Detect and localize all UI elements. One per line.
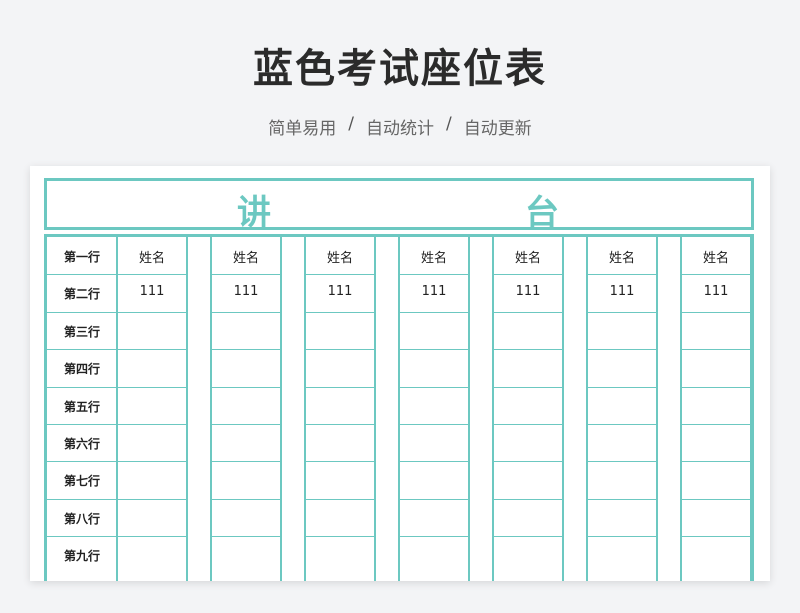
podium-char-right: 台 <box>525 193 559 233</box>
grid-hline <box>587 274 657 276</box>
seat-cell[interactable]: 111 <box>211 284 281 299</box>
grid-hline <box>587 461 657 463</box>
grid-hline <box>493 424 563 425</box>
grid-hline <box>47 349 117 351</box>
grid-hline <box>47 386 117 388</box>
grid-hline <box>681 424 751 425</box>
grid-hline <box>47 274 117 276</box>
seat-cell[interactable]: 111 <box>587 284 657 299</box>
grid-hline <box>681 311 751 313</box>
podium-char-left: 讲 <box>237 193 271 233</box>
grid-hline <box>211 424 281 425</box>
grid-hline <box>399 311 469 313</box>
row-label: 第七行 <box>63 474 100 489</box>
grid-hline <box>211 274 281 276</box>
grid-hline <box>211 498 281 500</box>
grid-hline <box>587 424 657 425</box>
seat-name-header: 姓名 <box>326 251 353 266</box>
grid-hline <box>117 498 187 500</box>
grid-hline <box>493 386 563 388</box>
seat-cell[interactable]: 111 <box>305 284 375 299</box>
subtitle-separator: / <box>348 114 354 134</box>
seat-name-header: 姓名 <box>702 251 729 266</box>
grid-hline <box>493 274 563 276</box>
grid-hline <box>47 498 117 500</box>
grid-hline <box>117 536 187 538</box>
grid-hline <box>587 349 657 351</box>
grid-hline <box>681 498 751 500</box>
grid-hline <box>305 498 375 500</box>
row-label: 第五行 <box>63 399 100 414</box>
grid-hline <box>399 536 469 538</box>
subtitle-item: 自动统计 <box>366 119 434 139</box>
grid-hline <box>117 461 187 463</box>
seat-cell[interactable]: 111 <box>117 284 187 299</box>
subtitle-separator: / <box>446 114 452 134</box>
grid-hline <box>399 386 469 388</box>
grid-hline <box>305 311 375 313</box>
seat-cell[interactable]: 111 <box>681 284 751 299</box>
row-label: 第九行 <box>63 549 100 564</box>
page-title: 蓝色考试座位表 <box>253 46 547 92</box>
grid-hline <box>211 536 281 538</box>
grid-hline <box>305 349 375 351</box>
subtitle-item: 自动更新 <box>463 119 532 139</box>
grid-hline <box>305 424 375 425</box>
grid-hline <box>305 461 375 463</box>
grid-hline <box>211 461 281 463</box>
grid-hline <box>681 349 751 351</box>
seat-name-header: 姓名 <box>420 251 447 266</box>
row-label: 第二行 <box>63 287 100 302</box>
grid-hline <box>681 461 751 463</box>
grid-hline <box>587 498 657 500</box>
grid-hline <box>47 536 117 538</box>
grid-hline <box>117 311 187 313</box>
seat-name-header: 姓名 <box>232 251 259 266</box>
grid-hline <box>211 311 281 313</box>
grid-hline <box>681 386 751 388</box>
row-label: 第四行 <box>63 362 100 377</box>
grid-hline <box>305 536 375 538</box>
grid-hline <box>399 349 469 351</box>
grid-hline <box>47 461 117 463</box>
grid-hline <box>399 274 469 276</box>
grid-hline <box>399 498 469 500</box>
seat-cell[interactable]: 111 <box>493 284 563 299</box>
seat-name-header: 姓名 <box>608 251 635 266</box>
grid-hline <box>493 461 563 463</box>
seat-name-header: 姓名 <box>514 251 541 266</box>
grid-hline <box>399 461 469 463</box>
grid-hline <box>399 424 469 425</box>
grid-hline <box>305 274 375 276</box>
grid-hline <box>587 386 657 388</box>
seat-name-header: 姓名 <box>138 251 165 266</box>
podium-banner: 讲 台 <box>44 178 754 233</box>
grid-hline <box>305 386 375 388</box>
grid-hline <box>211 386 281 388</box>
subtitle-item: 简单易用 <box>268 119 337 139</box>
grid-hline <box>117 424 187 425</box>
row-label: 第六行 <box>63 437 100 451</box>
grid-hline <box>587 536 657 538</box>
grid-hline <box>117 349 187 351</box>
page-subtitle: 简单易用 / 自动统计 / 自动更新 <box>0 114 800 139</box>
grid-hline <box>47 311 117 313</box>
seating-grid: 第一行第二行第三行第四行第五行第六行第七行第八行第九行 姓名 111 姓名 111 姓名 1… <box>44 234 754 581</box>
grid-hline <box>493 349 563 351</box>
grid-hline <box>493 311 563 313</box>
grid-hline <box>117 386 187 388</box>
grid-hline <box>211 349 281 351</box>
seating-sheet: 讲 台 第一行第二行第三行第四行第五行第六行第七行第八行第九行 姓名 111 姓名 11… <box>30 166 770 581</box>
grid-hline <box>47 424 117 425</box>
grid-hline <box>493 536 563 538</box>
grid-hline <box>681 274 751 276</box>
row-label: 第三行 <box>63 324 100 339</box>
grid-hline <box>587 311 657 313</box>
row-label: 第八行 <box>63 511 100 526</box>
grid-hline <box>117 274 187 276</box>
grid-hline <box>681 536 751 538</box>
seat-cell[interactable]: 111 <box>399 284 469 299</box>
row-label: 第一行 <box>63 250 100 264</box>
grid-hline <box>493 498 563 500</box>
